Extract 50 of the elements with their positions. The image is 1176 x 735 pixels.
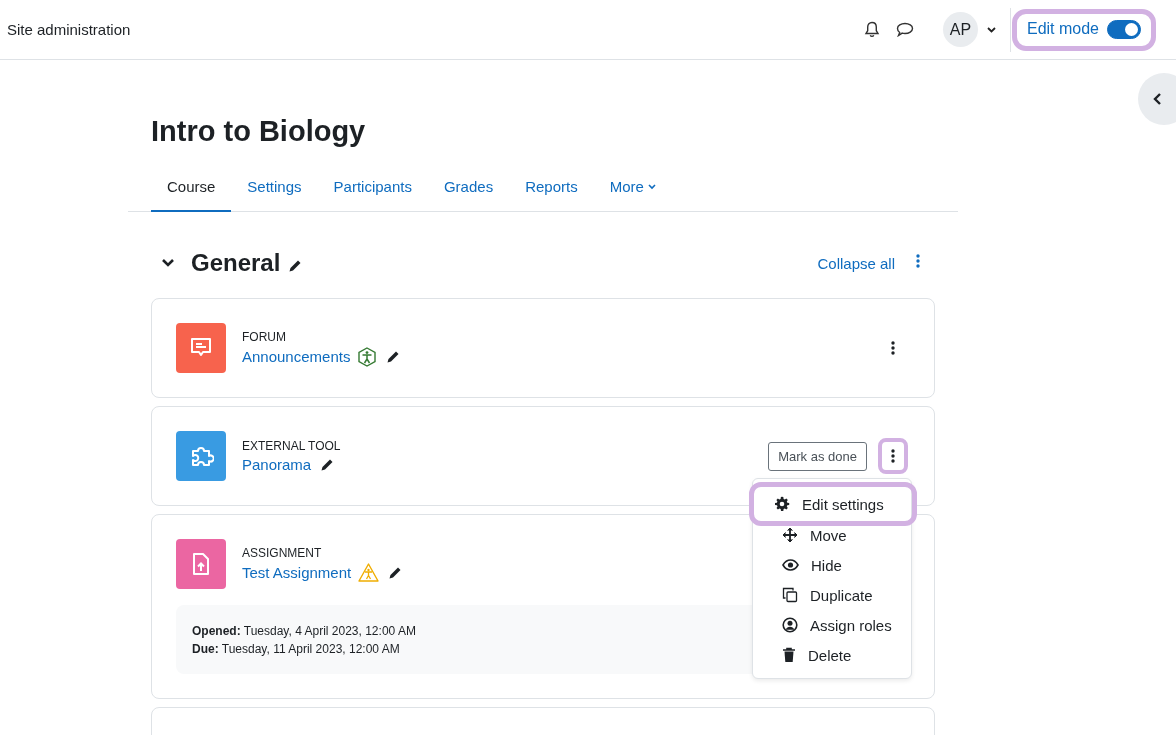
menu-item[interactable]: Assign roles <box>753 610 911 640</box>
pencil-icon[interactable] <box>386 349 401 364</box>
menu-item[interactable]: Edit settings <box>749 482 917 526</box>
course-nav-tab[interactable]: Reports <box>509 166 594 212</box>
kebab-icon <box>891 449 895 463</box>
section-title: General <box>191 249 281 277</box>
more-options-button[interactable] <box>878 438 908 474</box>
activity-type-label: EXTERNAL TOOL <box>242 439 341 453</box>
bell-icon[interactable] <box>863 21 880 38</box>
chevron-icon[interactable] <box>161 258 175 268</box>
external-activity-icon <box>176 431 226 481</box>
edit-mode-label: Edit mode <box>1026 20 1099 38</box>
date-text: Due: Tuesday, 11 April 2023, 12:00 AM <box>192 641 400 658</box>
course-nav-tab[interactable]: More <box>593 166 672 212</box>
forum-activity-icon <box>176 323 226 373</box>
drawer-toggle-button[interactable] <box>1138 73 1176 125</box>
activity-link[interactable]: Test Assignment <box>242 564 352 581</box>
pencil-icon[interactable] <box>388 565 403 580</box>
menu-item[interactable]: Delete <box>753 640 911 670</box>
course-nav-tab[interactable]: Grades <box>427 166 510 212</box>
menu-item[interactable]: Hide <box>753 550 911 580</box>
activity-type-label: FORUM <box>242 329 287 344</box>
edit-mode-toggle[interactable] <box>1107 19 1141 39</box>
mark-as-done-button[interactable]: Mark as done <box>768 441 867 471</box>
course-nav-tab[interactable]: Participants <box>317 166 428 212</box>
eye-icon <box>782 559 799 571</box>
chevron-left-icon <box>1152 92 1162 106</box>
duplicate-icon <box>782 587 798 603</box>
menu-item[interactable]: Duplicate <box>753 580 911 610</box>
move-arrows-icon <box>782 527 798 543</box>
pencil-icon[interactable] <box>320 457 335 472</box>
site-administration-link[interactable]: Site administration <box>7 21 864 38</box>
user-avatar[interactable]: AP <box>942 12 978 47</box>
course-nav-tab[interactable]: Settings <box>231 166 318 212</box>
chat-bubble-icon[interactable] <box>895 22 914 37</box>
kebab-icon <box>891 341 895 355</box>
user-circle-icon <box>782 617 798 633</box>
activity-link[interactable]: Panorama <box>242 456 312 473</box>
course-nav-tab[interactable]: Course <box>151 166 232 212</box>
settings-icon <box>774 496 790 512</box>
pencil-icon[interactable] <box>288 259 303 273</box>
caret-icon[interactable] <box>986 26 996 33</box>
course-title: Intro to Biology <box>151 114 367 149</box>
activity-type-label: ASSIGNMENT <box>242 546 323 560</box>
activity-link[interactable]: Announcements <box>242 348 351 365</box>
assignment-activity-icon <box>176 539 226 589</box>
more-options-icon[interactable] <box>916 254 920 268</box>
date-text: Opened: Tuesday, 4 April 2023, 12:00 AM <box>192 623 416 640</box>
trash-icon <box>782 647 796 663</box>
collapse-all-link[interactable]: Collapse all <box>817 254 895 272</box>
